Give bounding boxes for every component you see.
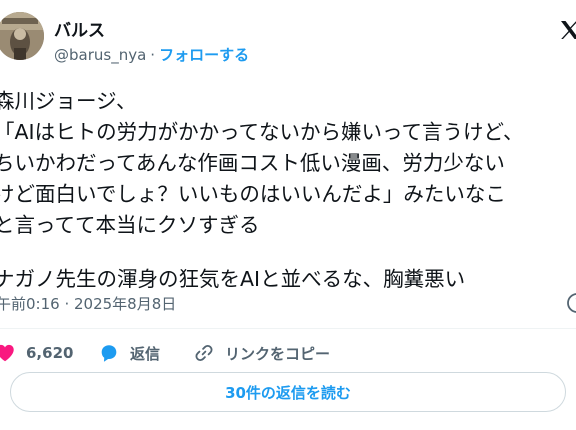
tweet-text-line: 「AIはヒトの労力がかかってないから嫌いって言うけど、 <box>0 120 524 144</box>
reply-icon <box>101 345 117 362</box>
like-button[interactable]: 6,620 <box>0 340 73 366</box>
tweet-text: 森川ジョージ、 「AIはヒトの労力がかかってないから嫌いって言うけど、 ちいかわ… <box>0 86 576 295</box>
read-replies-button[interactable]: 30件の返信を読む <box>10 372 566 412</box>
reply-label: 返信 <box>130 344 161 363</box>
copy-link-button[interactable]: リンクをコピー <box>193 340 330 366</box>
avatar[interactable] <box>0 12 44 60</box>
separator-dot: · <box>150 46 156 64</box>
follow-button[interactable]: フォローする <box>159 46 249 64</box>
link-icon <box>195 344 213 362</box>
tweet-text-line: けど面白いでしょ？いいものはいいんだよ」みたいなこ <box>0 182 506 206</box>
tweet-text-line: と言ってて本当にクソすぎる <box>0 213 260 237</box>
tweet-timestamp[interactable]: 午前0:16 · 2025年8月8日 <box>0 293 176 314</box>
tweet-embed-card: バルス @barus_nya · フォローする 森川ジョージ、 「AIはヒトの労力が… <box>0 0 576 430</box>
divider <box>0 328 576 329</box>
author-handle-row: @barus_nya · フォローする <box>54 44 249 65</box>
heart-icon <box>0 344 14 362</box>
info-icon[interactable] <box>566 292 576 314</box>
copy-link-label: リンクをコピー <box>225 344 331 363</box>
tweet-text-line: ちいかわだってあんな作画コスト低い漫画、労力少ない <box>0 151 505 175</box>
x-logo-icon[interactable] <box>558 18 576 42</box>
tweet-text-line: ナガノ先生の渾身の狂気をAIと並べるな、胸糞悪い <box>0 267 466 291</box>
read-replies-label: 30件の返信を読む <box>225 383 351 402</box>
like-count: 6,620 <box>26 344 74 362</box>
author-name[interactable]: バルス <box>54 16 105 41</box>
reply-button[interactable]: 返信 <box>98 340 160 366</box>
author-handle[interactable]: @barus_nya <box>54 46 146 64</box>
tweet-text-line: 森川ジョージ、 <box>0 89 137 113</box>
